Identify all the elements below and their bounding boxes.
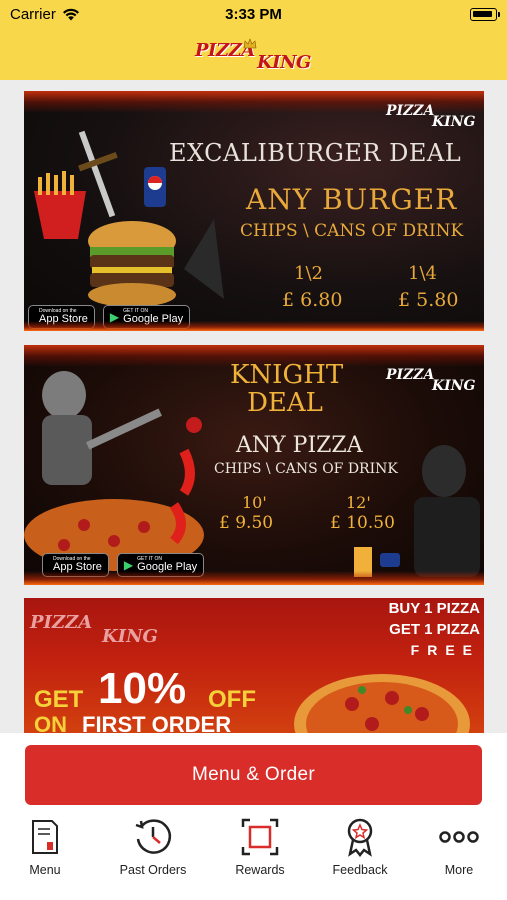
tab-label: More	[444, 863, 474, 877]
deal-subline: CHIPS \ CANS OF DRINK	[214, 461, 398, 477]
option-size-1: 1\2	[294, 263, 323, 284]
app-header: Carrier 3:33 PM PIZZA KING	[0, 0, 507, 80]
deal-headline: ANY BURGER	[246, 183, 458, 216]
discount-value: 10%	[98, 664, 187, 713]
rewards-square-icon	[240, 815, 280, 859]
more-dots-icon	[439, 815, 479, 859]
option-size-2: 12'	[346, 493, 371, 512]
option-size-1: 10'	[242, 493, 267, 512]
knight-image	[24, 371, 204, 571]
tab-past-orders[interactable]: Past Orders	[108, 815, 198, 885]
deal-subline: CHIPS \ CANS OF DRINK	[240, 221, 464, 241]
discount-get-word: GET	[34, 686, 84, 713]
option-size-2: 1\4	[408, 263, 437, 284]
promo-banner-knight[interactable]: PIZZA KING KNIGHT DEAL ANY PIZZA CHIPS \…	[24, 345, 484, 585]
crown-icon	[243, 38, 257, 49]
option-price-1: £ 6.80	[282, 289, 343, 311]
promo-banner-discount[interactable]: PIZZA KING BUY 1 PIZZA GET 1 PIZZA FREE …	[24, 598, 484, 738]
discount-off-word: OFF	[208, 686, 256, 713]
history-clock-icon	[133, 815, 173, 859]
tab-menu[interactable]: Menu	[0, 815, 90, 885]
option-price-2: £ 5.80	[398, 289, 459, 311]
menu-booklet-icon	[25, 815, 65, 859]
tab-feedback[interactable]: Feedback	[315, 815, 405, 885]
fire-decoration	[24, 321, 484, 331]
banner-logo: PIZZA KING	[30, 612, 158, 647]
battery-icon	[470, 8, 500, 21]
banner-logo: PIZZA KING	[386, 103, 476, 130]
tab-label: Past Orders	[119, 863, 187, 877]
tab-label: Menu	[29, 863, 61, 877]
deal-title: EXCALIBURGER DEAL	[169, 139, 462, 167]
tab-more[interactable]: More	[414, 815, 504, 885]
offer-free-line: FREE	[410, 642, 480, 658]
promo-banner-excaliburger[interactable]: PIZZA KING EXCALIBURGER DEAL ANY BURGER …	[24, 91, 484, 331]
feedback-rosette-icon	[340, 815, 380, 859]
status-bar: Carrier 3:33 PM	[0, 6, 507, 24]
option-price-1: £ 9.50	[219, 513, 274, 533]
deal-headline: ANY PIZZA	[236, 433, 363, 458]
pizza-image	[294, 674, 470, 738]
tab-bar: Menu Past Orders Rewards Feedback More	[0, 815, 507, 885]
tab-label: Rewards	[235, 863, 285, 877]
status-time: 3:33 PM	[225, 6, 282, 23]
logo-text-king: KING	[257, 52, 311, 73]
menu-order-button[interactable]: Menu & Order	[25, 745, 482, 805]
play-icon: ▶	[123, 558, 134, 572]
tab-rewards[interactable]: Rewards	[215, 815, 305, 885]
banner-logo: PIZZA KING	[386, 367, 476, 394]
fire-decoration	[24, 571, 484, 585]
option-price-2: £ 10.50	[330, 513, 395, 533]
tab-label: Feedback	[332, 863, 388, 877]
brand-logo: PIZZA KING	[195, 34, 313, 74]
offer-buy-line: BUY 1 PIZZA	[388, 600, 480, 617]
offer-get-line: GET 1 PIZZA	[389, 621, 480, 638]
deal-title: KNIGHT DEAL	[230, 360, 344, 418]
